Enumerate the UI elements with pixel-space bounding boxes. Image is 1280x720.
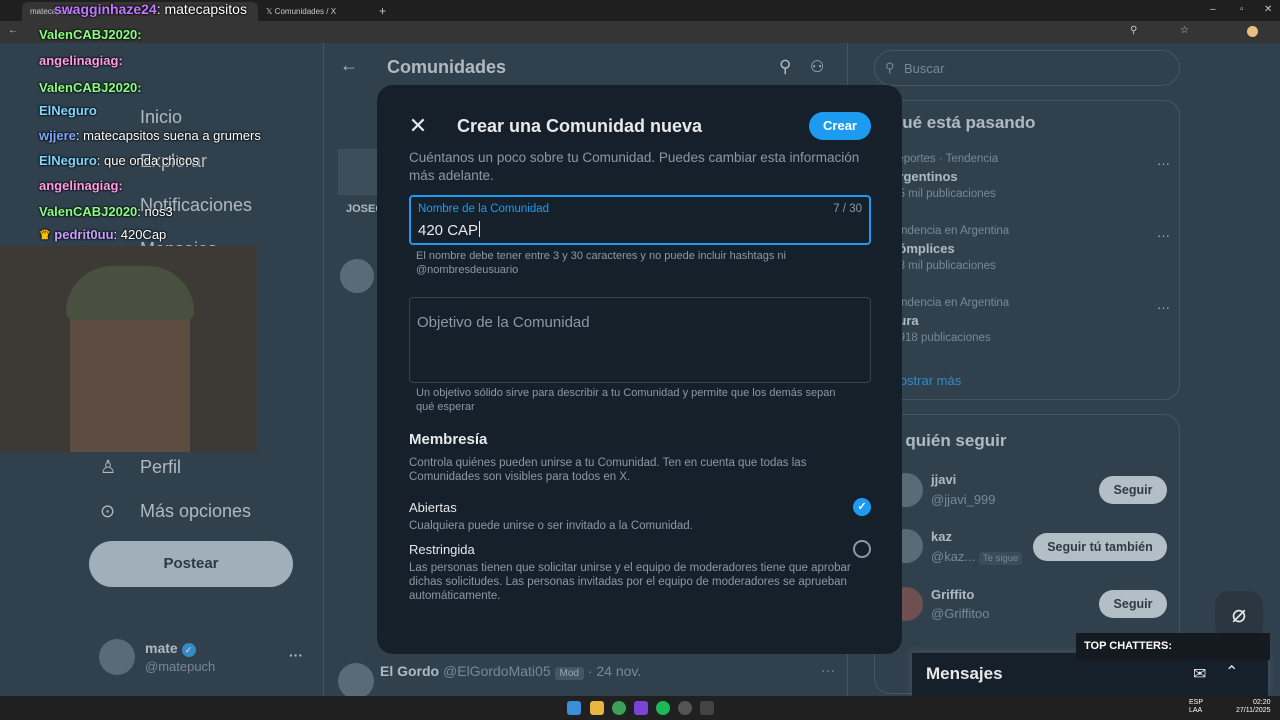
tab-comunidades[interactable]: 𝕏 Comunidades / X: [258, 2, 374, 21]
chat-line: ElNeguro: que onda chicos: [39, 153, 199, 168]
radio-unselected-icon[interactable]: [853, 540, 871, 558]
app-icon[interactable]: [700, 701, 714, 715]
clock[interactable]: 02:20 27/11/2025: [1236, 699, 1271, 715]
radio-selected-icon[interactable]: ✓: [853, 498, 871, 516]
chat-user: angelinagiag:: [39, 178, 123, 193]
option-title: Abiertas: [409, 500, 457, 515]
clock-date: 27/11/2025: [1236, 707, 1271, 714]
keyboard-layout: LAA: [1189, 707, 1203, 714]
option-title: Restringida: [409, 542, 475, 557]
objective-field-hint: Un objetivo sólido sirve para describir …: [416, 387, 836, 413]
community-name-field[interactable]: Nombre de la Comunidad 7 / 30 420 CAP: [409, 195, 871, 245]
chat-user: ValenCABJ2020:: [39, 80, 142, 95]
profile-avatar-icon[interactable]: [1247, 26, 1258, 37]
chat-message: : nos3: [137, 204, 173, 219]
modal-intro: Cuéntanos un poco sobre tu Comunidad. Pu…: [409, 150, 860, 183]
name-field-hint: El nombre debe tener entre 3 y 30 caract…: [416, 250, 786, 276]
camo-cap: [66, 266, 194, 320]
maximize-button[interactable]: ▫: [1240, 4, 1244, 15]
file-explorer-icon[interactable]: [590, 701, 604, 715]
chat-message: : 420Cap: [113, 227, 167, 242]
chat-message: : matecapsitos: [156, 1, 247, 17]
membership-description: Controla quiénes pueden unirse a tu Comu…: [409, 457, 807, 483]
expand-icon[interactable]: ⌃: [1225, 662, 1238, 682]
minimize-button[interactable]: –: [1210, 4, 1216, 15]
chat-user: ValenCABJ2020:: [39, 27, 142, 42]
objective-placeholder: Objetivo de la Comunidad: [417, 314, 590, 331]
new-tab-button[interactable]: +: [376, 2, 392, 21]
chat-line: ElNeguro: [39, 103, 97, 118]
membership-option-open[interactable]: Abiertas Cualquiera puede unirse o ser i…: [409, 498, 871, 536]
grok-icon[interactable]: ⌀: [1215, 591, 1263, 639]
zoom-icon[interactable]: ⚲: [1130, 25, 1137, 36]
membership-option-restricted[interactable]: Restringida Las personas tienen que soli…: [409, 540, 871, 604]
back-nav-icon[interactable]: ←: [8, 25, 18, 36]
chat-line: ValenCABJ2020: nos3: [39, 204, 173, 219]
star-icon[interactable]: ☆: [1180, 25, 1189, 36]
top-chatters-label: TOP CHATTERS:: [1076, 633, 1270, 660]
app-icon[interactable]: [678, 701, 692, 715]
create-community-modal: ✕ Crear una Comunidad nueva Crear Cuénta…: [377, 85, 902, 654]
messages-title: Mensajes: [926, 664, 1003, 683]
close-icon[interactable]: ✕: [401, 111, 435, 141]
chat-line: angelinagiag:: [39, 178, 123, 193]
chat-user: swagginhaze24: [54, 1, 157, 17]
create-button[interactable]: Crear: [809, 112, 871, 140]
name-field-label: Nombre de la Comunidad: [418, 203, 550, 215]
chat-message: : matecapsitos suena a grumers: [75, 128, 261, 143]
option-description: Las personas tienen que solicitar unirse…: [409, 562, 851, 602]
clock-time: 02:20: [1252, 699, 1271, 706]
windows-start-icon[interactable]: [567, 701, 581, 715]
obs-icon[interactable]: [634, 701, 648, 715]
chat-user: angelinagiag:: [39, 53, 123, 68]
webcam-feed: [0, 246, 257, 452]
close-window-button[interactable]: ✕: [1264, 4, 1272, 15]
community-objective-field[interactable]: Objetivo de la Comunidad: [409, 297, 871, 383]
address-bar[interactable]: ← ⚲ ☆: [0, 21, 1280, 43]
chat-line: angelinagiag:: [39, 53, 123, 68]
new-message-icon[interactable]: ✉: [1193, 664, 1206, 684]
chat-message: : que onda chicos: [96, 153, 199, 168]
chrome-icon[interactable]: [612, 701, 626, 715]
chat-line: wjjere: matecapsitos suena a grumers: [39, 128, 261, 143]
option-description: Cualquiera puede unirse o ser invitado a…: [409, 520, 693, 532]
chat-line: ValenCABJ2020:: [39, 27, 142, 42]
spotify-icon[interactable]: [656, 701, 670, 715]
name-field-value[interactable]: 420 CAP: [418, 221, 480, 239]
language-indicator[interactable]: ESP LAA: [1189, 699, 1203, 715]
membership-title: Membresía: [409, 431, 488, 448]
chat-user: ElNeguro: [39, 103, 97, 118]
chat-line: ♛ pedrit0uu: 420Cap: [39, 227, 166, 243]
stream-header-message: swagginhaze24: matecapsitos: [54, 1, 247, 17]
chat-user: wjjere: [39, 128, 76, 143]
crown-icon: ♛: [39, 227, 55, 242]
language-code: ESP: [1189, 699, 1204, 706]
x-logo-icon: 𝕏: [266, 7, 275, 16]
chat-user: pedrit0uu: [54, 227, 114, 242]
chat-line: ValenCABJ2020:: [39, 80, 142, 95]
modal-title: Crear una Comunidad nueva: [457, 116, 703, 136]
tab-label: Comunidades / X: [274, 7, 337, 16]
name-char-counter: 7 / 30: [833, 203, 862, 215]
chat-user: ValenCABJ2020: [39, 204, 138, 219]
chat-user: ElNeguro: [39, 153, 97, 168]
